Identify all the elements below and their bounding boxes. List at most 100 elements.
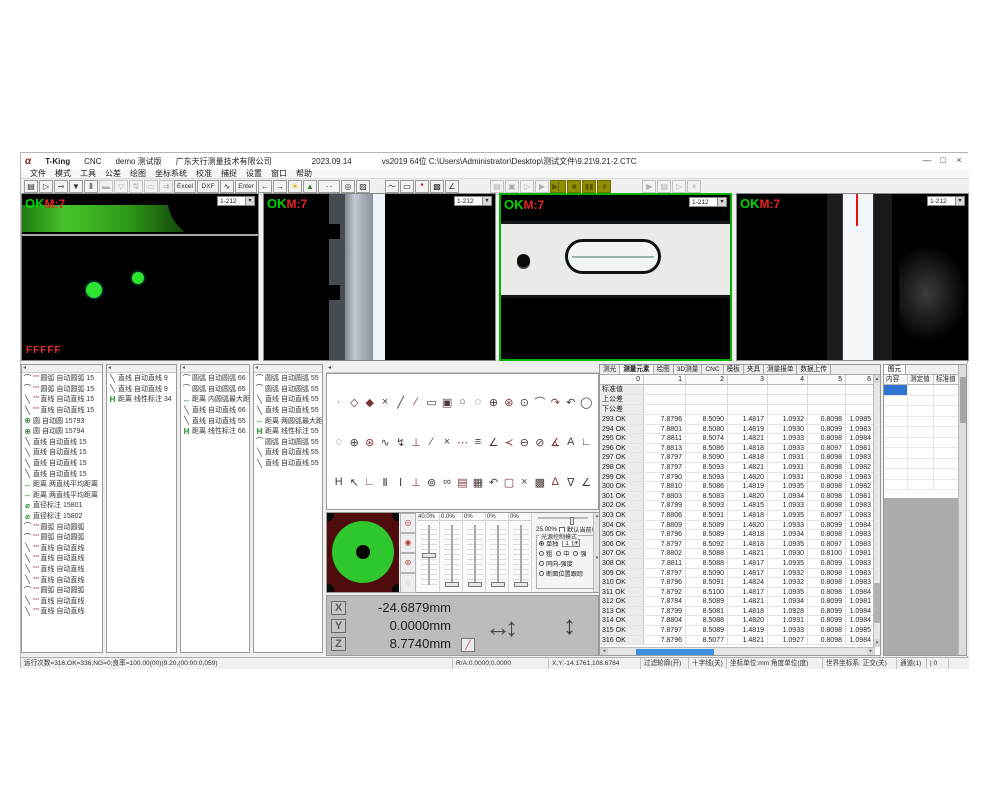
probe-down-icon[interactable]: ▼ bbox=[69, 180, 83, 193]
open-icon[interactable]: ▷ bbox=[39, 180, 53, 193]
table-tab-6[interactable]: 夹具 bbox=[744, 365, 764, 374]
dropdown-arrow-icon[interactable]: ▾ bbox=[482, 197, 491, 205]
measure-item[interactable]: ⊕圆 自动圆 15793 bbox=[22, 415, 102, 426]
palette-tool-icon[interactable]: × bbox=[517, 476, 531, 488]
scroll-left-icon[interactable]: ◂ bbox=[600, 648, 608, 655]
table-row[interactable]: 303 OK7.88068.50911.48181.09350.80971.09… bbox=[600, 511, 880, 521]
table-horizontal-scrollbar[interactable]: ◂ ▸ bbox=[600, 647, 875, 655]
camera-view-1[interactable]: OKM:7 1-212▾ FFFFF bbox=[21, 193, 259, 361]
measure-item[interactable]: ╲直线 自动直线 9 bbox=[107, 373, 176, 384]
graph-icon[interactable]: ∠ bbox=[445, 180, 459, 193]
save2-icon[interactable]: ▤ bbox=[490, 180, 504, 193]
scrollbar-thumb[interactable] bbox=[960, 377, 966, 423]
measure-item[interactable]: ╲***直线 自动直线 bbox=[22, 553, 102, 564]
table-row[interactable]: 299 OK7.87908.50931.48201.09310.80981.09… bbox=[600, 473, 880, 483]
camera-zoom-select[interactable]: 1-212▾ bbox=[454, 196, 492, 206]
table-row[interactable]: 297 OK7.87978.50901.48181.09310.80981.09… bbox=[600, 453, 880, 463]
open3-icon[interactable]: ▷ bbox=[672, 180, 686, 193]
radio-single[interactable] bbox=[539, 541, 544, 546]
table-tab-4[interactable]: CNC bbox=[702, 365, 723, 374]
palette-tool-icon[interactable]: × bbox=[440, 436, 454, 448]
z-jog-arrows[interactable]: ↕ bbox=[563, 610, 576, 640]
element-row[interactable] bbox=[884, 406, 966, 417]
blank-icon[interactable]: ▭ bbox=[400, 180, 414, 193]
palette-tool-icon[interactable]: ○ bbox=[455, 396, 469, 408]
save-icon[interactable]: ▤ bbox=[24, 180, 38, 193]
dropdown-arrow-icon[interactable]: ▾ bbox=[717, 198, 726, 206]
arrow-right-icon[interactable]: → bbox=[273, 180, 287, 193]
measure-item[interactable]: ⌒圆弧 自动圆弧 65 bbox=[181, 384, 249, 395]
element-row[interactable] bbox=[884, 385, 966, 396]
table-tab-1[interactable]: 测量元素 bbox=[620, 365, 653, 374]
palette-tool-icon[interactable]: ◯ bbox=[579, 396, 593, 409]
measure-item[interactable]: ╲直线 自动直线 55 bbox=[181, 415, 249, 426]
open2-icon[interactable]: ▷ bbox=[520, 180, 534, 193]
measure-list-4[interactable]: ◂⌒圆弧 自动圆弧 55⌒圆弧 自动圆弧 55╲直线 自动直线 55╲直线 自动… bbox=[253, 364, 323, 653]
scrollbar-thumb[interactable] bbox=[636, 649, 714, 655]
palette-tool-icon[interactable]: ≺ bbox=[502, 436, 516, 449]
list-scroll-strip[interactable]: ◂ bbox=[22, 365, 102, 373]
table-tab-5[interactable]: 模板 bbox=[724, 365, 744, 374]
dropdown-arrow-icon[interactable]: ▾ bbox=[955, 197, 964, 205]
arrow-left-icon[interactable]: ← bbox=[258, 180, 272, 193]
measure-item[interactable]: ↔距离 两圆弧最大距 bbox=[254, 415, 322, 426]
excel-button[interactable]: Excel bbox=[174, 180, 196, 193]
table-row[interactable]: 302 OK7.87998.50931.48151.09330.80981.09… bbox=[600, 501, 880, 511]
measure-item[interactable]: ↔距离 两直线平均距离 bbox=[22, 479, 102, 490]
enter-button[interactable]: Enter bbox=[235, 180, 257, 193]
palette-tool-icon[interactable]: Ⅰ bbox=[394, 476, 408, 489]
table-row[interactable]: 305 OK7.87968.50891.48181.09340.80981.09… bbox=[600, 530, 880, 540]
menu-item-9[interactable]: 窗口 bbox=[271, 168, 287, 179]
measure-item[interactable]: ⌒圆弧 自动圆弧 55 bbox=[254, 373, 322, 384]
vertical-arrows-icon[interactable]: ↕ bbox=[505, 612, 518, 642]
palette-tool-icon[interactable]: ▩ bbox=[533, 476, 547, 489]
block-icon[interactable]: ▬ bbox=[99, 180, 113, 193]
table-row[interactable]: 307 OK7.88028.50881.48211.09300.81001.09… bbox=[600, 549, 880, 559]
slider-track[interactable] bbox=[474, 525, 476, 585]
element-row[interactable] bbox=[884, 396, 966, 407]
element-panel-scrollbar[interactable] bbox=[958, 365, 966, 655]
table-row[interactable]: 313 OK7.87998.50811.48181.09280.80991.09… bbox=[600, 607, 880, 617]
palette-tool-icon[interactable]: ⋯ bbox=[455, 436, 469, 449]
ring-light-icon-2[interactable]: ⊛ bbox=[400, 553, 416, 573]
table-row[interactable]: 标准值 bbox=[600, 385, 880, 395]
measure-item[interactable]: ⌒***圆弧 自动圆弧 bbox=[22, 521, 102, 532]
measure-item[interactable]: ↔距离 内圆弧最大距 bbox=[181, 394, 249, 405]
table-row[interactable]: 293 OK7.87968.50901.48171.09320.80981.09… bbox=[600, 415, 880, 425]
measure-item[interactable]: ╲直线 自动直线 15 bbox=[22, 468, 102, 479]
palette-tool-icon[interactable]: ⊘ bbox=[533, 436, 547, 449]
zoom-icon[interactable]: ◎ bbox=[341, 180, 355, 193]
edge-tool-icon[interactable]: Ⅱ bbox=[84, 180, 98, 193]
table-row[interactable]: 314 OK7.88048.50881.48201.09310.80991.09… bbox=[600, 616, 880, 626]
measure-list-1[interactable]: ◂⌒***圆弧 自动圆弧 15⌒***圆弧 自动圆弧 15╲***直线 自动直线… bbox=[21, 364, 103, 653]
palette-tool-icon[interactable]: × bbox=[378, 396, 392, 408]
close-icon[interactable]: × bbox=[951, 153, 967, 167]
measure-item[interactable]: ⌒圆弧 自动圆弧 55 bbox=[254, 437, 322, 448]
palette-tool-icon[interactable]: ⊛ bbox=[502, 396, 516, 409]
pause-icon[interactable]: ▮▮ bbox=[582, 180, 596, 193]
menu-item-5[interactable]: 坐标系统 bbox=[155, 168, 187, 179]
measure-list-3[interactable]: ◂⌒圆弧 自动圆弧 66⌒圆弧 自动圆弧 65↔距离 内圆弧最大距╲直线 自动直… bbox=[180, 364, 250, 653]
palette-tool-icon[interactable]: ⌒ bbox=[533, 394, 547, 410]
list-scroll-strip[interactable]: ◂ bbox=[107, 365, 176, 373]
measure-item[interactable]: ╲直线 自动直线 9 bbox=[107, 384, 176, 395]
table-tab-3[interactable]: 3D测量 bbox=[674, 365, 703, 374]
slider-thumb[interactable] bbox=[422, 553, 436, 558]
palette-tool-icon[interactable]: ↶ bbox=[486, 476, 500, 489]
table-row[interactable]: 300 OK7.88108.50861.48191.09350.80981.09… bbox=[600, 482, 880, 492]
measure-item[interactable]: ⌒***圆弧 自动圆弧 bbox=[22, 585, 102, 596]
measure-item[interactable]: ⌒***圆弧 自动圆弧 bbox=[22, 532, 102, 543]
slider-thumb[interactable] bbox=[491, 582, 505, 587]
table-tab-2[interactable]: 绘图 bbox=[654, 365, 674, 374]
table-row[interactable]: 294 OK7.88018.50801.48191.09300.80991.09… bbox=[600, 425, 880, 435]
measure-item[interactable]: H距离 线性标注 66 bbox=[181, 426, 249, 437]
palette-tool-icon[interactable]: ⊛ bbox=[363, 436, 377, 449]
element-row[interactable] bbox=[884, 427, 966, 438]
measure-item[interactable]: ╲***直线 自动直线 bbox=[22, 595, 102, 606]
menu-item-1[interactable]: 模式 bbox=[55, 168, 71, 179]
play2-icon[interactable]: ▶ bbox=[642, 180, 656, 193]
palette-tool-icon[interactable]: ⊖ bbox=[517, 436, 531, 449]
palette-tool-icon[interactable]: ↯ bbox=[394, 436, 408, 449]
measure-item[interactable]: ╲***直线 自动直线 bbox=[22, 543, 102, 554]
element-row[interactable] bbox=[884, 417, 966, 428]
